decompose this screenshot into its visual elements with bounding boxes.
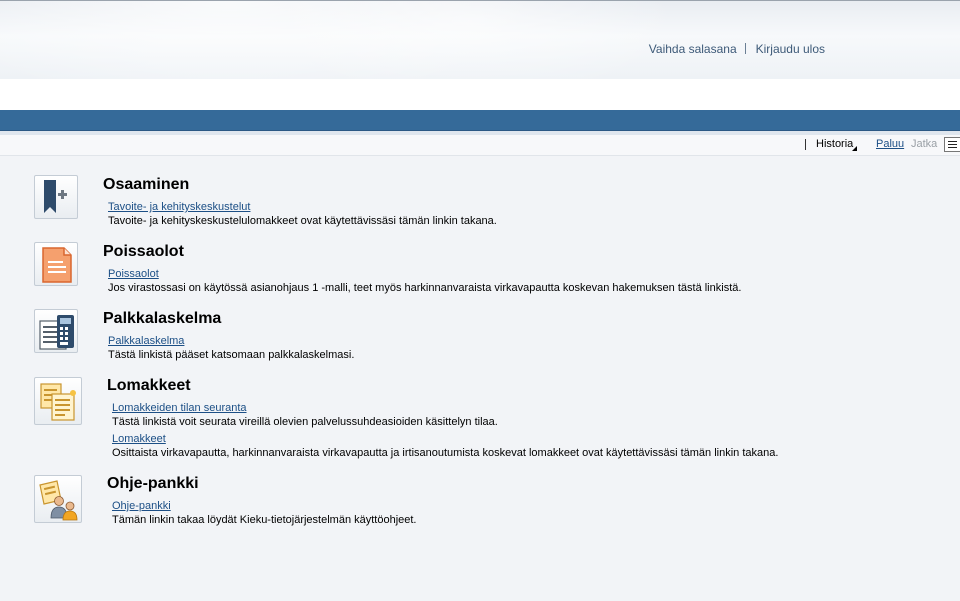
- section-title: Poissaolot: [103, 243, 184, 260]
- link-poissaolot[interactable]: Poissaolot: [108, 268, 159, 280]
- section-palkkalaskelma: Palkkalaskelma Palkkalaskelma Tästä link…: [0, 309, 960, 369]
- section-ohje-pankki: Ohje-pankki Ohje-pankki Tämän linkin tak…: [0, 474, 960, 534]
- section-osaaminen: Osaaminen Tavoite- ja kehityskeskustelut…: [0, 175, 960, 235]
- link-tavoite-kehityskeskustelut[interactable]: Tavoite- ja kehityskeskustelut: [108, 201, 250, 213]
- section-poissaolot: Poissaolot Poissaolot Jos virastossasi o…: [0, 242, 960, 302]
- link-lomakkeet[interactable]: Lomakkeet: [112, 433, 166, 445]
- section-title: Osaaminen: [103, 176, 190, 193]
- section-lomakkeet: Lomakkeet Lomakkeiden tilan seuranta Täs…: [0, 376, 960, 466]
- back-link[interactable]: Paluu: [876, 138, 904, 150]
- link-palkkalaskelma[interactable]: Palkkalaskelma: [108, 335, 184, 347]
- section-title: Ohje-pankki: [107, 475, 199, 492]
- link-description: Osittaista virkavapautta, harkinnanvarai…: [112, 447, 779, 459]
- divider: [744, 43, 746, 54]
- link-lomakkeiden-tilan-seuranta[interactable]: Lomakkeiden tilan seuranta: [112, 402, 247, 414]
- logout-link[interactable]: Kirjaudu ulos: [756, 42, 825, 56]
- header-decoration: [260, 1, 680, 79]
- link-ohje-pankki[interactable]: Ohje-pankki: [112, 500, 171, 512]
- change-password-link[interactable]: Vaihda salasana: [649, 42, 737, 56]
- header-links: Vaihda salasana Kirjaudu ulos: [649, 42, 825, 56]
- navigation-band: [0, 110, 960, 131]
- history-menu[interactable]: Historia: [816, 138, 853, 150]
- link-description: Tavoite- ja kehityskeskustelulomakkeet o…: [108, 215, 497, 227]
- page-menu-icon[interactable]: [944, 137, 960, 152]
- bookmark-add-icon: [34, 175, 78, 219]
- top-header: Vaihda salasana Kirjaudu ulos: [0, 0, 960, 80]
- header-spacer: [0, 79, 960, 110]
- section-title: Palkkalaskelma: [103, 310, 222, 327]
- payslip-calculator-icon: [34, 309, 78, 353]
- help-people-icon: [34, 475, 82, 523]
- document-icon: [34, 242, 78, 286]
- forward-link-disabled: Jatka: [911, 138, 938, 150]
- link-description: Tämän linkin takaa löydät Kieku-tietojär…: [112, 514, 417, 526]
- link-description: Tästä linkistä voit seurata vireillä ole…: [112, 416, 498, 428]
- section-title: Lomakkeet: [107, 377, 191, 394]
- link-description: Tästä linkistä pääset katsomaan palkkala…: [108, 349, 355, 361]
- forms-icon: [34, 377, 82, 425]
- navigation-toolbar: Historia Paluu Jatka: [0, 135, 960, 156]
- divider: [805, 139, 806, 150]
- dropdown-corner-icon[interactable]: [852, 146, 857, 151]
- link-description: Jos virastossasi on käytössä asianohjaus…: [108, 282, 742, 294]
